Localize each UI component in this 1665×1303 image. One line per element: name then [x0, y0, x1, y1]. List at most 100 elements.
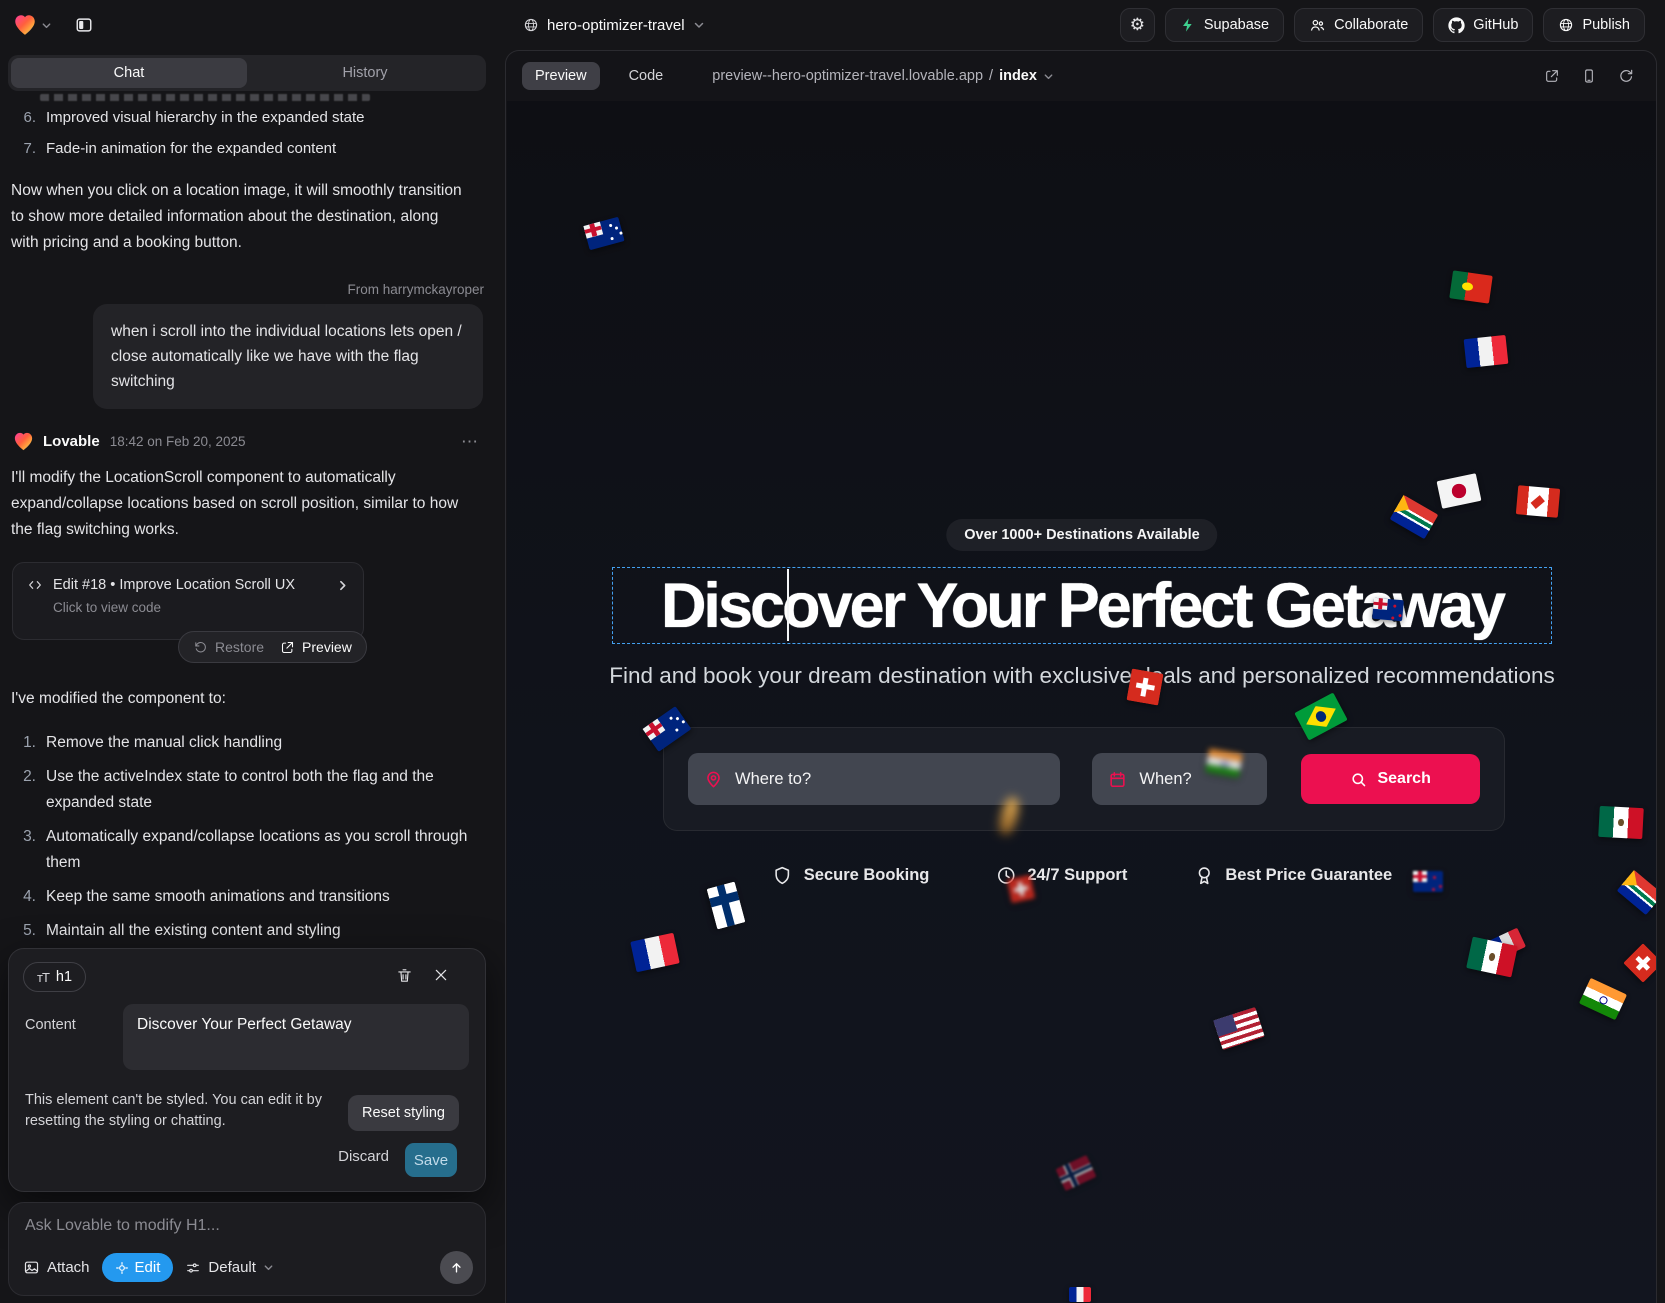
github-label: GitHub: [1473, 17, 1518, 33]
supabase-button[interactable]: Supabase: [1165, 8, 1284, 42]
edit-card-subtitle: Click to view code: [53, 600, 349, 615]
flag-usa-icon: [1213, 1007, 1264, 1050]
chevron-down-icon: [693, 19, 705, 31]
external-link-icon: [280, 640, 295, 655]
h1-selection-box[interactable]: Discover Your Perfect Getaway: [612, 567, 1552, 644]
hero-subtitle: Find and book your dream destination wit…: [582, 663, 1582, 689]
model-default-selector[interactable]: Default: [185, 1259, 274, 1276]
restore-icon: [193, 640, 208, 655]
chat-composer: Attach Edit Default: [8, 1202, 486, 1296]
flag-newzealand-icon: [1413, 871, 1443, 892]
preview-url[interactable]: preview--hero-optimizer-travel.lovable.a…: [712, 68, 1054, 84]
refresh-button[interactable]: [1618, 68, 1634, 84]
github-button[interactable]: GitHub: [1433, 8, 1533, 42]
tab-history[interactable]: History: [247, 58, 483, 88]
clipped-list-item: [40, 94, 370, 101]
preview-toolbar: Preview Code preview--hero-optimizer-tra…: [506, 51, 1656, 101]
delete-element-button[interactable]: [396, 967, 413, 984]
flag-france-icon: [1464, 335, 1509, 368]
where-input[interactable]: [735, 770, 1044, 789]
feature-label: Secure Booking: [804, 866, 930, 885]
settings-button[interactable]: ⚙: [1120, 8, 1155, 42]
list-item: 2.Use the activeIndex state to control b…: [12, 764, 482, 816]
flag-finland-icon: [707, 881, 746, 929]
assistant-note: Now when you click on a location image, …: [11, 178, 463, 256]
close-icon: [433, 967, 449, 983]
flag-canada-icon: [1516, 485, 1560, 518]
preview-panel: Preview Code preview--hero-optimizer-tra…: [505, 50, 1657, 1303]
project-name: hero-optimizer-travel: [547, 17, 685, 34]
url-host: preview--hero-optimizer-travel.lovable.a…: [712, 68, 983, 84]
reset-styling-button[interactable]: Reset styling: [348, 1095, 459, 1131]
from-label: From harrymckayroper: [347, 282, 484, 297]
supabase-bolt-icon: [1180, 17, 1196, 33]
collaborate-button[interactable]: Collaborate: [1294, 8, 1423, 42]
chevron-right-icon: [336, 579, 349, 592]
save-button[interactable]: Save: [405, 1143, 457, 1177]
map-pin-icon: [704, 770, 723, 789]
element-tag: h1: [56, 969, 72, 985]
search-button-label: Search: [1377, 770, 1430, 788]
project-switcher[interactable]: hero-optimizer-travel: [523, 0, 705, 50]
lovable-app: hero-optimizer-travel ⚙ Supabase Collabo…: [0, 0, 1665, 1303]
mobile-view-button[interactable]: [1581, 68, 1597, 84]
flag-switzerland-icon: [1007, 875, 1035, 903]
refresh-icon: [1618, 68, 1634, 84]
assistant-message: I'll modify the LocationScroll component…: [11, 465, 471, 543]
publish-globe-icon: [1558, 17, 1574, 33]
list-item: 4.Keep the same smooth animations and tr…: [12, 884, 482, 910]
search-icon: [1350, 771, 1367, 788]
flag-india-icon: [1579, 978, 1627, 1020]
supabase-label: Supabase: [1204, 17, 1269, 33]
feature-label: Best Price Guarantee: [1225, 866, 1392, 885]
destinations-badge: Over 1000+ Destinations Available: [946, 519, 1217, 551]
chat-history-tabs: Chat History: [8, 55, 486, 91]
panel-left-icon: [75, 16, 93, 34]
preview-button[interactable]: Preview: [280, 639, 352, 655]
edit-mode-pill[interactable]: Edit: [102, 1253, 174, 1282]
topbar: hero-optimizer-travel ⚙ Supabase Collabo…: [0, 0, 1665, 50]
summary-intro: I've modified the component to:: [11, 686, 226, 712]
tab-chat[interactable]: Chat: [11, 58, 247, 88]
trash-icon: [396, 967, 413, 984]
tab-code[interactable]: Code: [616, 62, 677, 90]
assistant-timestamp: 18:42 on Feb 20, 2025: [110, 434, 246, 449]
send-arrow-up-icon: [449, 1260, 464, 1275]
restore-label: Restore: [215, 639, 264, 655]
flag-norway-icon: [1056, 1155, 1097, 1191]
assistant-name: Lovable: [43, 433, 100, 450]
search-button[interactable]: Search: [1301, 754, 1480, 804]
tab-preview[interactable]: Preview: [522, 62, 600, 90]
collaborate-users-icon: [1309, 17, 1326, 34]
message-menu-button[interactable]: ⋯: [461, 432, 486, 452]
toggle-sidebar-button[interactable]: [68, 10, 99, 41]
attach-image-icon: [23, 1259, 40, 1276]
feature-best-price: Best Price Guarantee: [1193, 865, 1392, 886]
element-tag-pill[interactable]: тT h1: [23, 962, 86, 992]
send-button[interactable]: [440, 1251, 473, 1284]
text-caret: [787, 569, 789, 641]
content-textarea[interactable]: Discover Your Perfect Getaway: [123, 1004, 469, 1070]
flag-australia-icon: [583, 217, 624, 250]
gear-icon: ⚙: [1130, 15, 1145, 35]
user-message-bubble: when i scroll into the individual locati…: [93, 304, 483, 409]
restore-preview-pill: Restore Preview: [178, 631, 367, 663]
discard-button[interactable]: Discard: [338, 1148, 389, 1165]
list-item: 5.Maintain all the existing content and …: [12, 918, 482, 944]
publish-button[interactable]: Publish: [1543, 8, 1645, 42]
close-editor-button[interactable]: [433, 967, 449, 983]
attach-button[interactable]: Attach: [23, 1259, 90, 1276]
chevron-down-icon: [263, 1262, 274, 1273]
feature-change-list: 6.Improved visual hierarchy in the expan…: [12, 105, 472, 167]
flag-japan-icon: [1437, 473, 1482, 509]
edit-target-icon: [115, 1261, 129, 1275]
flag-southafrica-icon: [1617, 870, 1657, 915]
open-in-new-tab-button[interactable]: [1544, 68, 1560, 84]
flag-newzealand-icon: [1372, 598, 1404, 622]
restore-button[interactable]: Restore: [193, 639, 264, 655]
features-row: Secure Booking 24/7 Support Best Price G…: [772, 865, 1392, 886]
composer-input[interactable]: [25, 1217, 465, 1235]
edit-version-card[interactable]: Edit #18 • Improve Location Scroll UX Cl…: [12, 562, 364, 640]
flag-southafrica-icon: [1390, 495, 1439, 539]
lovable-logo-menu[interactable]: [12, 12, 52, 38]
